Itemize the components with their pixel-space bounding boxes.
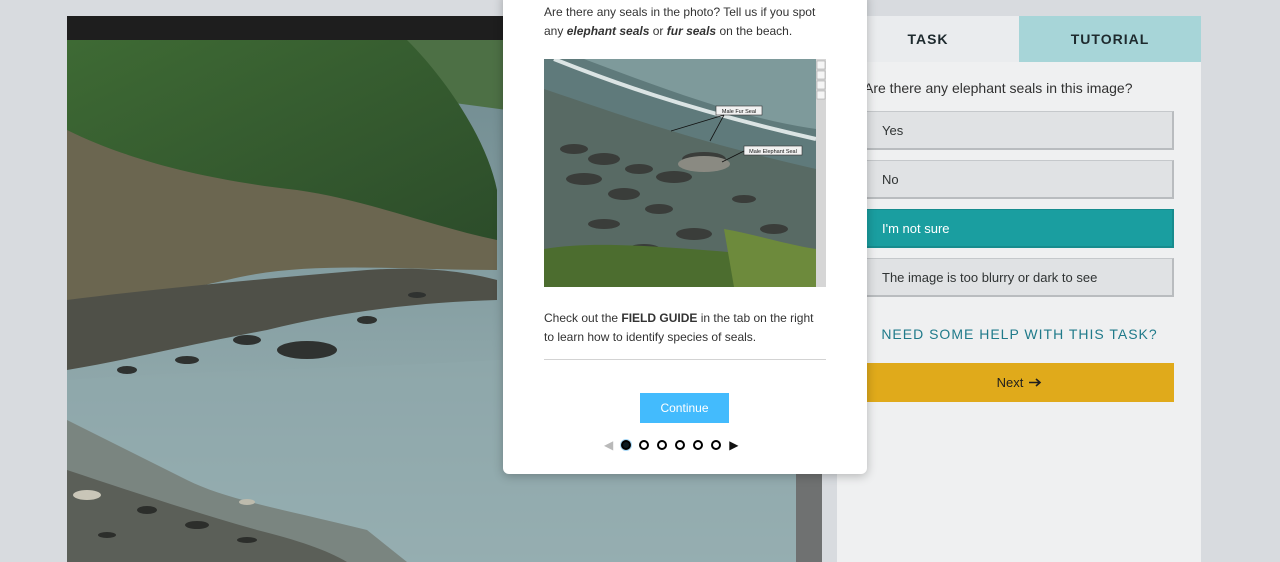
task-question: Are there any elephant seals in this ima… (864, 80, 1133, 96)
intro-elephant-seals: elephant seals (566, 24, 650, 38)
step-dot-3[interactable] (657, 440, 668, 450)
step-dot-6[interactable] (711, 440, 722, 450)
answer-no[interactable]: No (865, 160, 1174, 199)
help-link[interactable]: NEED SOME HELP WITH THIS TASK? (865, 326, 1174, 342)
answer-list: Yes No I'm not sure The image is too blu… (865, 111, 1174, 307)
modal-divider (544, 359, 826, 360)
answer-yes[interactable]: Yes (865, 111, 1174, 150)
label-male-fur-seal: Male Fur Seal (722, 109, 756, 115)
tutorial-pager: ◀ ▶ (604, 438, 738, 452)
next-step-icon[interactable]: ▶ (729, 438, 738, 452)
next-button[interactable]: Next (865, 363, 1174, 402)
label-male-elephant-seal: Male Elephant Seal (749, 149, 797, 155)
previous-step-icon[interactable]: ◀ (604, 438, 613, 452)
answer-too-blurry[interactable]: The image is too blurry or dark to see (865, 258, 1174, 297)
intro-text-part: or (649, 24, 667, 38)
arrow-right-icon (1029, 375, 1042, 390)
tab-tutorial[interactable]: TUTORIAL (1019, 16, 1201, 62)
intro-text-part: on the beach. (716, 24, 793, 38)
task-panel: TASK TUTORIAL Are there any elephant sea… (837, 16, 1201, 562)
step-dot-5[interactable] (693, 440, 704, 450)
step-dot-4[interactable] (675, 440, 686, 450)
tutorial-modal: Are there any seals in the photo? Tell u… (503, 0, 867, 474)
field-guide-emphasis: FIELD GUIDE (621, 311, 698, 325)
answer-not-sure[interactable]: I'm not sure (865, 209, 1174, 248)
step-dot-1[interactable] (621, 440, 632, 450)
task-tabs: TASK TUTORIAL (837, 16, 1201, 62)
continue-button[interactable]: Continue (640, 393, 729, 423)
field-guide-text-part: Check out the (544, 311, 622, 325)
intro-fur-seals: fur seals (666, 24, 717, 38)
next-button-label: Next (996, 375, 1024, 390)
tutorial-example-image: Male Fur Seal Male Elephant Seal (544, 59, 826, 292)
step-dot-2[interactable] (639, 440, 650, 450)
tutorial-intro-text: Are there any seals in the photo? Tell u… (544, 3, 826, 41)
tutorial-field-guide-text: Check out the FIELD GUIDE in the tab on … (544, 309, 826, 347)
